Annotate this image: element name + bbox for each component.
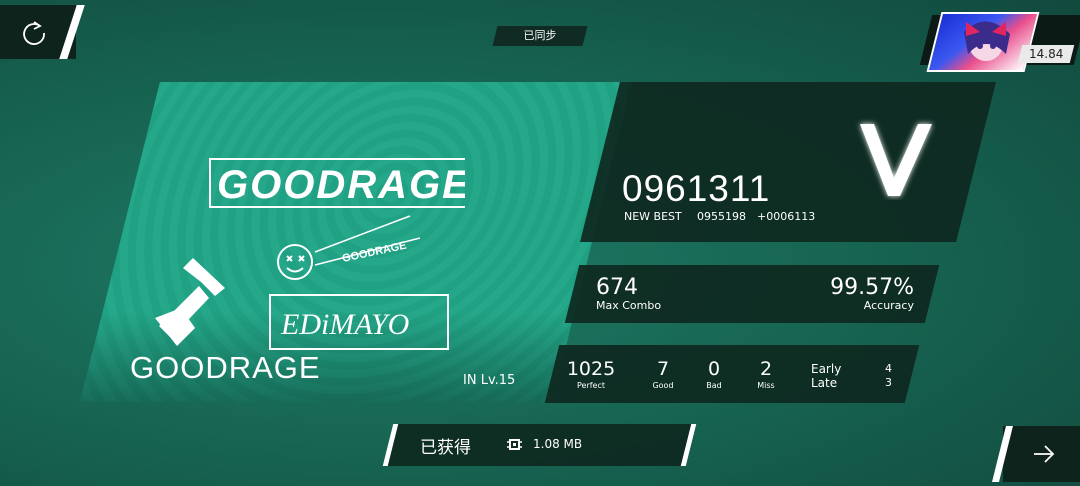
rank-v-icon: [860, 124, 932, 196]
next-button[interactable]: [992, 426, 1080, 482]
early-late-values: 4 3: [880, 362, 892, 390]
song-title: GOODRAGE: [130, 350, 321, 385]
smiley-icon: [277, 244, 313, 280]
difficulty-label: IN: [463, 373, 477, 388]
player-profile[interactable]: 14.84: [919, 12, 1080, 72]
difficulty-level: IN Lv.15: [463, 373, 515, 388]
bad-label: Bad: [706, 381, 722, 390]
rks-badge: 14.84: [1017, 45, 1075, 63]
miss-count: 2: [759, 358, 773, 380]
art-artist-text: EDiMAYO: [280, 308, 409, 341]
late-count: 3: [885, 376, 892, 389]
art-small-text: GOODRAGE: [341, 240, 407, 265]
good-count: 7: [656, 358, 670, 380]
song-illustration: GOODRAGE GOODRAGE EDiMAYO: [155, 158, 465, 350]
download-size: 1.08 MB: [533, 437, 583, 451]
score-difference: +0006113: [757, 210, 816, 223]
miss-label: Miss: [757, 381, 775, 390]
retry-button[interactable]: [0, 5, 86, 59]
hammer-icon: [155, 258, 225, 346]
early-late-labels: Early Late: [811, 362, 841, 390]
new-best-label: NEW BEST: [624, 210, 682, 223]
chip-icon: [507, 439, 522, 450]
level-label: Lv.15: [480, 373, 516, 388]
accuracy-value: 99.57%: [830, 275, 914, 300]
perfect-count: 1025: [566, 358, 616, 380]
art-logo-text: GOODRAGE: [217, 163, 465, 207]
arrow-right-icon: [1034, 445, 1055, 463]
good-label: Good: [652, 381, 674, 390]
early-count: 4: [885, 362, 892, 375]
previous-best-score: 0955198: [697, 210, 746, 223]
bad-count: 0: [707, 358, 721, 380]
avatar: [926, 12, 1040, 72]
accuracy-label: Accuracy: [863, 299, 914, 312]
late-label: Late: [811, 376, 838, 390]
score-value: 0961311: [622, 168, 771, 209]
early-label: Early: [811, 362, 842, 376]
retry-icon: [23, 21, 45, 45]
max-combo-label: Max Combo: [596, 299, 662, 312]
sync-status-text: 已同步: [523, 29, 557, 42]
max-combo-value: 674: [596, 275, 638, 300]
perfect-label: Perfect: [576, 381, 606, 390]
obtained-label: 已获得: [420, 438, 471, 458]
sync-status-badge: 已同步: [492, 26, 588, 46]
